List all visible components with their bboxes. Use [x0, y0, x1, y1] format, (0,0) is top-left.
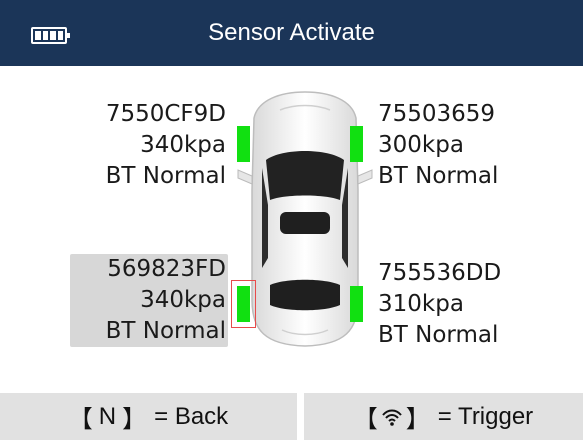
back-label: = Back — [154, 402, 229, 430]
sensor-rear-right[interactable]: 755536DD 310kpa BT Normal — [378, 258, 538, 351]
sensor-id: 755536DD — [378, 260, 502, 286]
back-button[interactable]: 【 N 】 = Back — [0, 393, 297, 440]
key-bracket-close: 】 — [122, 405, 147, 433]
key-bracket-open: 【 — [68, 405, 93, 433]
sensor-pressure: 310kpa — [378, 291, 464, 317]
sensor-id: 7550CF9D — [105, 101, 226, 127]
sensor-rear-left[interactable]: 569823FD 340kpa BT Normal — [70, 254, 228, 347]
tire-indicator-front-right — [350, 126, 363, 162]
key-label-n: N — [98, 402, 117, 430]
sensor-front-right[interactable]: 75503659 300kpa BT Normal — [378, 99, 538, 192]
sensor-front-left[interactable]: 7550CF9D 340kpa BT Normal — [80, 99, 226, 192]
wifi-icon — [382, 409, 402, 426]
sensor-pressure: 340kpa — [140, 287, 226, 313]
tire-indicator-rear-left — [237, 286, 250, 322]
car-top-view-icon — [237, 91, 373, 347]
sensor-status: BT Normal — [378, 163, 499, 189]
tire-indicator-front-left — [237, 126, 250, 162]
sensor-pressure: 340kpa — [140, 132, 226, 158]
sensor-id: 569823FD — [107, 256, 226, 282]
tire-indicator-rear-right — [350, 286, 363, 322]
sensor-pressure: 300kpa — [378, 132, 464, 158]
sensor-status: BT Normal — [105, 163, 226, 189]
key-bracket-close: 】 — [405, 405, 430, 433]
sensor-status: BT Normal — [105, 318, 226, 344]
trigger-label: = Trigger — [437, 402, 534, 430]
trigger-button[interactable]: 【 】 = Trigger — [304, 393, 583, 440]
sensor-id: 75503659 — [378, 101, 496, 127]
sensor-status: BT Normal — [378, 322, 499, 348]
key-bracket-open: 【 — [353, 405, 378, 433]
